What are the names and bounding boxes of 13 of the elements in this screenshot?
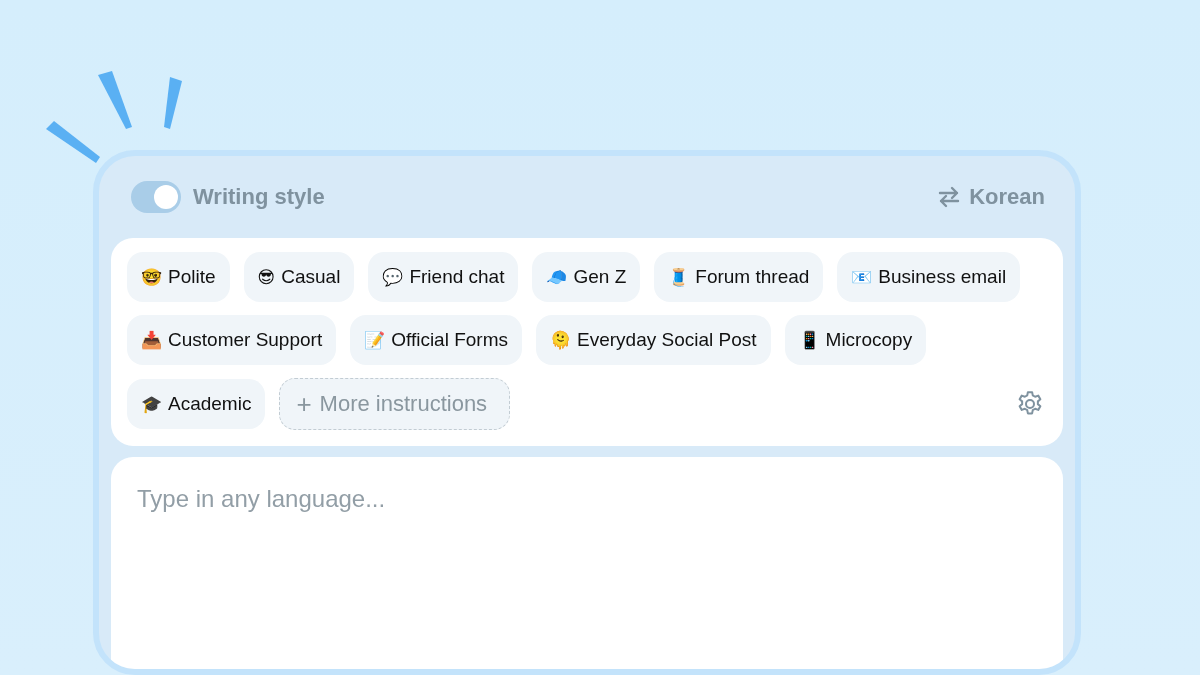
input-field[interactable]: Type in any language... [111,457,1063,669]
style-chip[interactable]: 🫠 Everyday Social Post [536,315,771,365]
style-chip[interactable]: 🧵 Forum thread [654,252,824,302]
style-chip[interactable]: 🎓 Academic [127,379,266,429]
style-chip[interactable]: 😎 Casual [243,252,355,302]
style-chip[interactable]: 💬 Friend chat [368,252,519,302]
style-chip[interactable]: 📱 Microcopy [784,315,927,365]
style-chip[interactable]: 🧢 Gen Z [532,252,641,302]
style-chip[interactable]: 📥 Customer Support [127,315,337,365]
style-chip[interactable]: 📝 Official Forms [350,315,523,365]
style-chip[interactable]: 🤓 Polite [127,252,230,302]
style-chip[interactable]: 📧 Business email [837,252,1021,302]
section-title: Writing style [193,184,325,210]
